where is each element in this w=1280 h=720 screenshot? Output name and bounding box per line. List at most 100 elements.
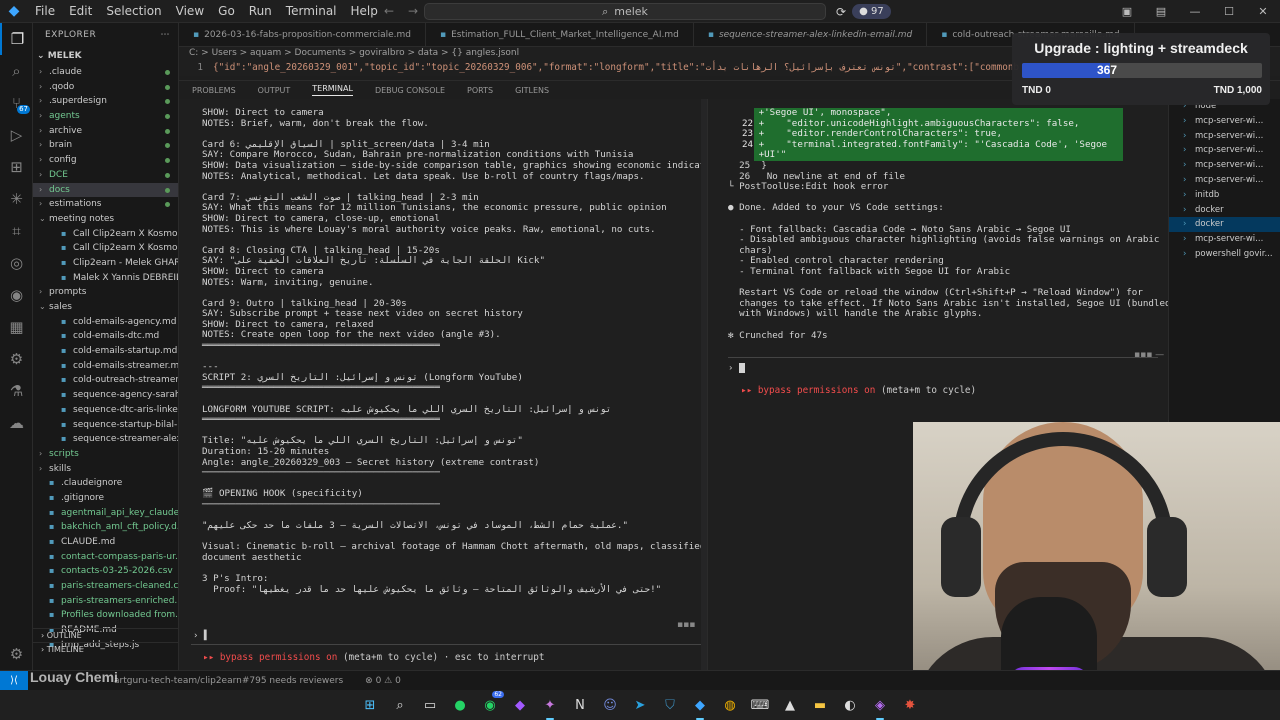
terminal-instance[interactable]: › docker [1169, 217, 1280, 233]
tree-file[interactable]: ▪ Call Clip2earn X Kosmopellis ... [33, 227, 178, 242]
editor-tab[interactable]: ▪ Estimation_FULL_Client_Market_Intellige… [426, 23, 694, 46]
tree-folder[interactable]: › estimations [33, 197, 178, 212]
menu-item-edit[interactable]: Edit [62, 0, 99, 23]
tree-file[interactable]: ▪ sequence-agency-sarah-linke... [33, 388, 178, 403]
tree-file[interactable]: ▪ .gitignore [33, 491, 178, 506]
tree-file[interactable]: ▪ cold-emails-dtc.md [33, 329, 178, 344]
tree-file[interactable]: ▪ bakchich_aml_cft_policy.d... [33, 520, 178, 535]
obs-icon[interactable]: ◈ [868, 693, 892, 720]
terminal-more-icon-right[interactable]: ▪▪▪ — [1134, 350, 1164, 360]
bitwarden-icon[interactable]: ⛉ [658, 693, 682, 717]
terminal-left-prompt[interactable]: › ▌ [193, 631, 209, 641]
tree-folder[interactable]: › config [33, 153, 178, 168]
remote-icon[interactable]: ⌗ [0, 215, 33, 247]
whatsapp-icon[interactable]: ● [448, 693, 472, 717]
menu-item-file[interactable]: File [28, 0, 62, 23]
search-icon[interactable]: ⌕ [388, 693, 412, 717]
terminal-more-icon[interactable]: ▪▪▪ [677, 620, 695, 630]
tree-folder[interactable]: ⌄ meeting notes [33, 212, 178, 227]
tree-file[interactable]: ▪ .claudeignore [33, 476, 178, 491]
tree-folder[interactable]: › docs [33, 182, 178, 198]
source-control-icon[interactable]: ⑂ 67 [0, 87, 33, 119]
menu-item-run[interactable]: Run [242, 0, 279, 23]
tree-folder[interactable]: › brain [33, 138, 178, 153]
maximize-button[interactable]: ☐ [1212, 0, 1246, 23]
terminal-instance[interactable]: › mcp-server-wi... [1169, 158, 1280, 173]
tree-file[interactable]: ▪ sequence-dtc-aris-linkedin-e... [33, 403, 178, 418]
terminal-icon[interactable]: ⌨ [748, 693, 772, 717]
more-actions-icon[interactable]: ⋯ [161, 23, 171, 47]
tree-folder[interactable]: › prompts [33, 285, 178, 300]
tree-folder[interactable]: › agents [33, 109, 178, 124]
app-a-icon[interactable]: ▲ [778, 693, 802, 717]
start-icon[interactable]: ⊞ [358, 693, 382, 717]
gitlens-icon[interactable]: ◎ [0, 247, 33, 279]
notification-badge[interactable]: ● 97 [852, 4, 891, 19]
claude-app-icon[interactable]: ✦ [538, 693, 562, 720]
vscode-taskbar-icon[interactable]: ◆ [688, 693, 712, 720]
menu-item-selection[interactable]: Selection [99, 0, 168, 23]
workspace-root[interactable]: ⌄ MELEK [33, 47, 178, 65]
terminal-instance[interactable]: › mcp-server-wi... [1169, 143, 1280, 158]
layout-toggle-icon[interactable]: ▣ [1110, 0, 1144, 23]
tree-folder[interactable]: › scripts [33, 447, 178, 462]
extensions-icon[interactable]: ⊞ [0, 151, 33, 183]
terminal-instance[interactable]: › mcp-server-wi... [1169, 114, 1280, 129]
tree-folder[interactable]: › .claude [33, 65, 178, 80]
tree-file[interactable]: ▪ Clip2earn - Melek GHARBI et ... [33, 256, 178, 271]
tree-file[interactable]: ▪ paris-streamers-cleaned.c... [33, 579, 178, 594]
terminal-instance[interactable]: › mcp-server-wi... [1169, 129, 1280, 144]
copilot-chat-icon[interactable]: ◉ [0, 279, 33, 311]
tree-folder[interactable]: › DCE [33, 168, 178, 183]
panel-tab-debug-console[interactable]: DEBUG CONSOLE [375, 86, 445, 95]
whatsapp-business-icon[interactable]: ◉ 62 [478, 691, 504, 717]
tree-file[interactable]: ▪ cold-outreach-streamer-mars... [33, 373, 178, 388]
run-debug-icon[interactable]: ▷ [0, 119, 33, 151]
editor-tab[interactable]: ▪ 2026-03-16-fabs-proposition-commerciale… [179, 23, 426, 46]
tree-file[interactable]: ▪ Malek X Yannis DEBREILLY - C... [33, 271, 178, 286]
notion-icon[interactable]: N [568, 693, 592, 717]
terminal-left[interactable]: SHOW: Direct to camera NOTES: Brief, warm… [179, 99, 707, 670]
tree-file[interactable]: ▪ cold-emails-streamer.md [33, 359, 178, 374]
menu-item-terminal[interactable]: Terminal [279, 0, 344, 23]
tree-file[interactable]: ▪ cold-emails-startup.md [33, 344, 178, 359]
terminal-instance[interactable]: › docker [1169, 203, 1280, 218]
tree-file[interactable]: ▪ contact-compass-paris-ur... [33, 550, 178, 565]
tree-folder[interactable]: › .qodo [33, 80, 178, 95]
remote-indicator-icon[interactable]: ⟩⟨ [0, 670, 28, 691]
minimize-button[interactable]: — [1178, 0, 1212, 23]
tree-file[interactable]: ▪ Call Clip2earn X Kosmopellis ... [33, 241, 178, 256]
tree-file[interactable]: ▪ Profiles downloaded from... [33, 608, 178, 623]
panel-tab-terminal[interactable]: TERMINAL [312, 84, 353, 96]
docker-icon[interactable]: ▦ [0, 311, 33, 343]
problems-count[interactable]: ⊗ 0 ⚠ 0 [343, 676, 401, 686]
search-icon[interactable]: ⌕ [0, 55, 33, 87]
tree-folder[interactable]: ⌄ sales [33, 300, 178, 315]
tree-folder[interactable]: › skills [33, 462, 178, 477]
testing-icon[interactable]: ⚗ [0, 375, 33, 407]
menu-item-go[interactable]: Go [211, 0, 242, 23]
cloud-icon[interactable]: ☁ [0, 407, 33, 439]
panel-tab-ports[interactable]: PORTS [467, 86, 493, 95]
terminal-instance[interactable]: › mcp-server-wi... [1169, 232, 1280, 247]
explorer-icon[interactable]: ❐ [0, 23, 33, 55]
editor-tab[interactable]: ▪ sequence-streamer-alex-linkedin-email.m… [694, 23, 928, 46]
discord-icon[interactable]: ☺ [598, 693, 622, 717]
terminal-instance[interactable]: › powershell govir... [1169, 247, 1280, 262]
close-button[interactable]: ✕ [1246, 0, 1280, 23]
outline-section[interactable]: › OUTLINE [33, 628, 178, 642]
github-icon[interactable]: ◐ [838, 693, 862, 717]
terminal-instance[interactable]: › mcp-server-wi... [1169, 173, 1280, 188]
tree-file[interactable]: ▪ agentmail_api_key_claude... [33, 506, 178, 521]
terminal-right-prompt[interactable]: › [728, 363, 745, 374]
task-view-icon[interactable]: ▭ [418, 693, 442, 717]
file-explorer-icon[interactable]: ▬ [808, 693, 832, 717]
timeline-section[interactable]: › TIMELINE [33, 642, 178, 656]
copilot-icon[interactable]: ⟳ [836, 5, 846, 19]
tree-file[interactable]: ▪ CLAUDE.md [33, 535, 178, 550]
tree-file[interactable]: ▪ paris-streamers-enriched... [33, 594, 178, 609]
panel-tab-gitlens[interactable]: GITLENS [515, 86, 549, 95]
tree-file[interactable]: ▪ cold-emails-agency.md [33, 315, 178, 330]
panel-tab-output[interactable]: OUTPUT [258, 86, 291, 95]
messenger-icon[interactable]: ◆ [508, 693, 532, 717]
